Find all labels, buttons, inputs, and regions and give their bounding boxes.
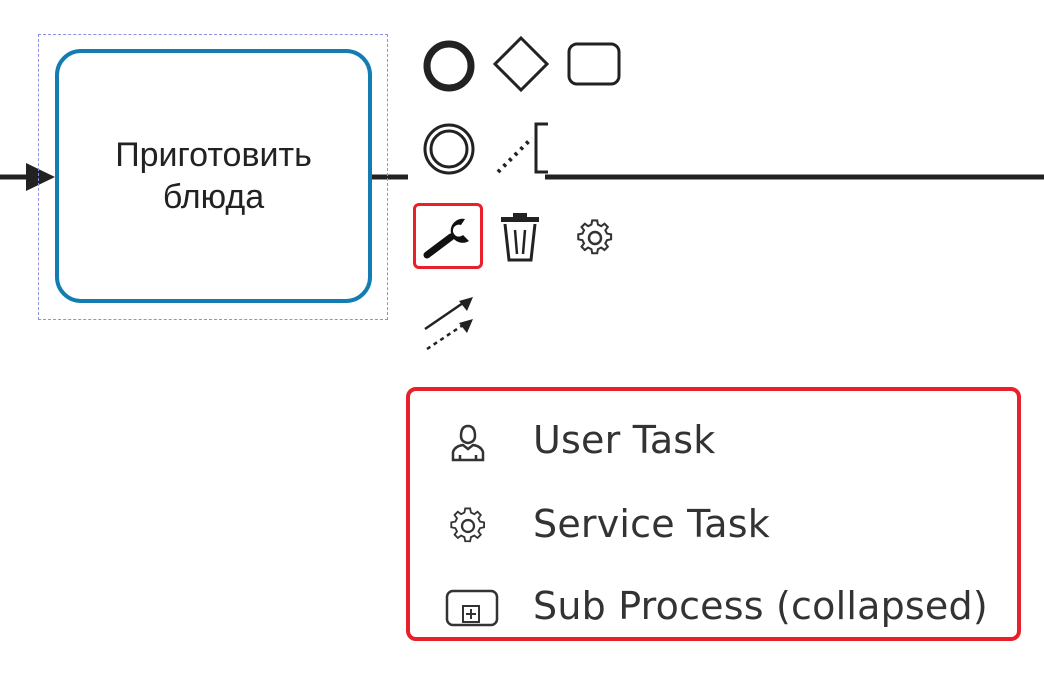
trash-icon — [497, 210, 543, 264]
gear-icon — [448, 506, 488, 543]
replace-with-subprocess-collapsed[interactable]: Sub Process (collapsed) — [410, 571, 1017, 641]
replace-with-service-task[interactable]: Service Task — [410, 489, 1017, 559]
end-event-icon — [421, 38, 477, 94]
append-task-button[interactable] — [564, 38, 624, 90]
replace-menu: User Task Service Task Sub Process (coll… — [406, 387, 1021, 641]
delete-button[interactable] — [494, 208, 546, 266]
task-icon — [566, 40, 622, 88]
connect-arrows-icon — [421, 295, 479, 353]
append-intermediate-event-button[interactable] — [418, 118, 480, 180]
menu-item-label: User Task — [533, 418, 716, 462]
subprocess-icon — [444, 588, 500, 627]
append-gateway-button[interactable] — [492, 34, 550, 94]
text-annotation-icon — [492, 118, 552, 180]
connect-button[interactable] — [420, 294, 480, 354]
wrench-icon — [421, 211, 475, 261]
intermediate-event-icon — [420, 120, 478, 178]
task-shape[interactable]: Приготовить блюда — [55, 49, 372, 303]
append-text-annotation-button[interactable] — [492, 118, 552, 180]
menu-item-label: Service Task — [533, 502, 770, 546]
gateway-icon — [492, 35, 550, 93]
append-service-task-button[interactable] — [570, 214, 620, 262]
menu-item-label: Sub Process (collapsed) — [533, 584, 988, 628]
gear-icon — [575, 218, 615, 258]
replace-button[interactable] — [418, 208, 478, 264]
append-end-event-button[interactable] — [418, 36, 480, 96]
replace-with-user-task[interactable]: User Task — [410, 405, 1017, 475]
task-label: Приготовить блюда — [115, 136, 312, 216]
user-icon — [448, 422, 488, 462]
